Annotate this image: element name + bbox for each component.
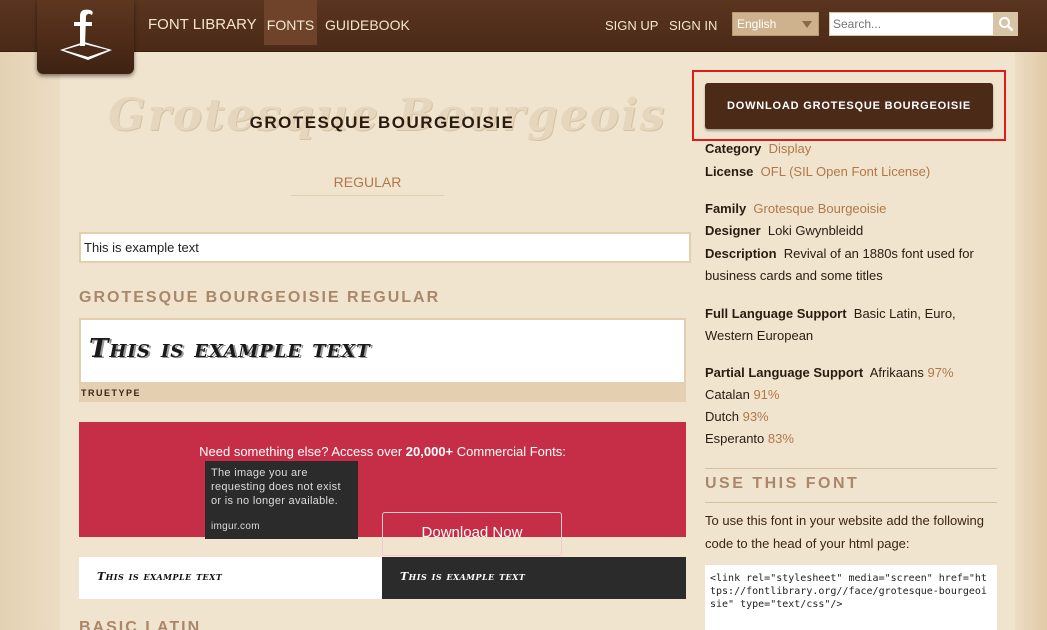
license-label: License <box>705 164 754 179</box>
page-title: GROTESQUE BOURGEOISIE <box>249 113 515 132</box>
language-name: Dutch <box>705 409 739 424</box>
description-row: Description Revival of an 1880s font use… <box>705 243 995 287</box>
partial-support-row: Partial Language Support Afrikaans 97% C… <box>705 362 995 450</box>
sign-up-link[interactable]: SIGN UP <box>605 0 658 45</box>
language-name: Afrikaans <box>869 365 924 380</box>
basic-latin-heading: BASIC LATIN <box>79 619 202 630</box>
missing-image-placeholder: The image you are requesting does not ex… <box>205 461 358 539</box>
sample-dark-background: This is example text <box>382 557 686 599</box>
language-select[interactable]: English <box>732 12 819 36</box>
full-support-row: Full Language Support Basic Latin, Euro,… <box>705 303 995 347</box>
designer-label: Designer <box>705 223 761 238</box>
book-f-logo-icon <box>60 9 112 60</box>
missing-image-host: imgur.com <box>211 521 260 532</box>
nav-brand-link[interactable]: FONT LIBRARY <box>148 0 257 45</box>
banner-text-post: Commercial Fonts: <box>453 444 566 459</box>
language-percent[interactable]: 91% <box>753 387 779 402</box>
font-preview-text: This is example text <box>89 334 371 364</box>
sign-in-link[interactable]: SIGN IN <box>669 0 717 45</box>
chevron-down-icon <box>802 21 812 28</box>
page-side-right <box>1015 52 1047 630</box>
designer-row: Designer Loki Gwynbleidd <box>705 220 995 242</box>
sample-light-text: This is example text <box>97 570 223 583</box>
missing-image-message: The image you are requesting does not ex… <box>211 467 341 507</box>
nav-fonts-link[interactable]: FONTS <box>264 0 317 45</box>
embed-code-block[interactable]: <link rel="stylesheet" media="screen" hr… <box>705 565 997 630</box>
banner-text-count: 20,000+ <box>405 444 454 459</box>
divider <box>705 468 997 469</box>
use-font-instructions: To use this font in your website add the… <box>705 513 984 551</box>
search-icon <box>999 17 1014 32</box>
banner-text: Need something else? Access over 20,000+… <box>79 444 686 459</box>
page-side-left <box>0 52 60 630</box>
language-percent[interactable]: 93% <box>743 409 769 424</box>
font-library-logo[interactable] <box>37 0 134 74</box>
license-row: License OFL (SIL Open Font License) <box>705 161 995 183</box>
partial-support-label: Partial Language Support <box>705 365 864 380</box>
family-row: Family Grotesque Bourgeoisie <box>705 198 995 220</box>
commercial-fonts-banner[interactable]: Need something else? Access over 20,000+… <box>79 422 686 556</box>
example-text-input[interactable] <box>79 232 691 263</box>
sample-dark-text: This is example text <box>400 570 526 583</box>
designer-value: Loki Gwynbleidd <box>767 223 864 238</box>
category-link[interactable]: Display <box>769 141 812 156</box>
language-name: Esperanto <box>705 431 765 446</box>
full-support-label: Full Language Support <box>705 306 847 321</box>
language-name: Catalan <box>705 387 750 402</box>
banner-text-pre: Need something else? Access over <box>199 444 406 459</box>
category-row: Category Display <box>705 138 995 160</box>
family-link[interactable]: Grotesque Bourgeoisie <box>753 201 886 216</box>
language-percent[interactable]: 97% <box>928 365 954 380</box>
family-label: Family <box>705 201 747 216</box>
font-format-label: TRUETYPE <box>79 384 686 402</box>
download-now-button[interactable]: Download Now <box>382 512 562 556</box>
license-link[interactable]: OFL (SIL Open Font License) <box>761 164 931 179</box>
tab-regular[interactable]: REGULAR <box>291 174 444 196</box>
search-input[interactable] <box>829 12 994 36</box>
sample-light-background: This is example text <box>79 557 382 599</box>
search-button[interactable] <box>993 12 1018 36</box>
nav-guidebook-link[interactable]: GUIDEBOOK <box>325 0 410 45</box>
language-selected-value: English <box>737 17 777 31</box>
language-percent[interactable]: 83% <box>768 431 794 446</box>
style-section-heading: GROTESQUE BOURGEOISIE REGULAR <box>79 289 441 306</box>
category-label: Category <box>705 141 762 156</box>
divider <box>705 502 997 503</box>
download-font-button[interactable]: DOWNLOAD GROTESQUE BOURGEOISIE <box>705 83 993 129</box>
description-label: Description <box>705 246 777 261</box>
font-preview-box: This is example text <box>79 318 686 384</box>
use-font-heading: USE THIS FONT <box>705 475 860 492</box>
